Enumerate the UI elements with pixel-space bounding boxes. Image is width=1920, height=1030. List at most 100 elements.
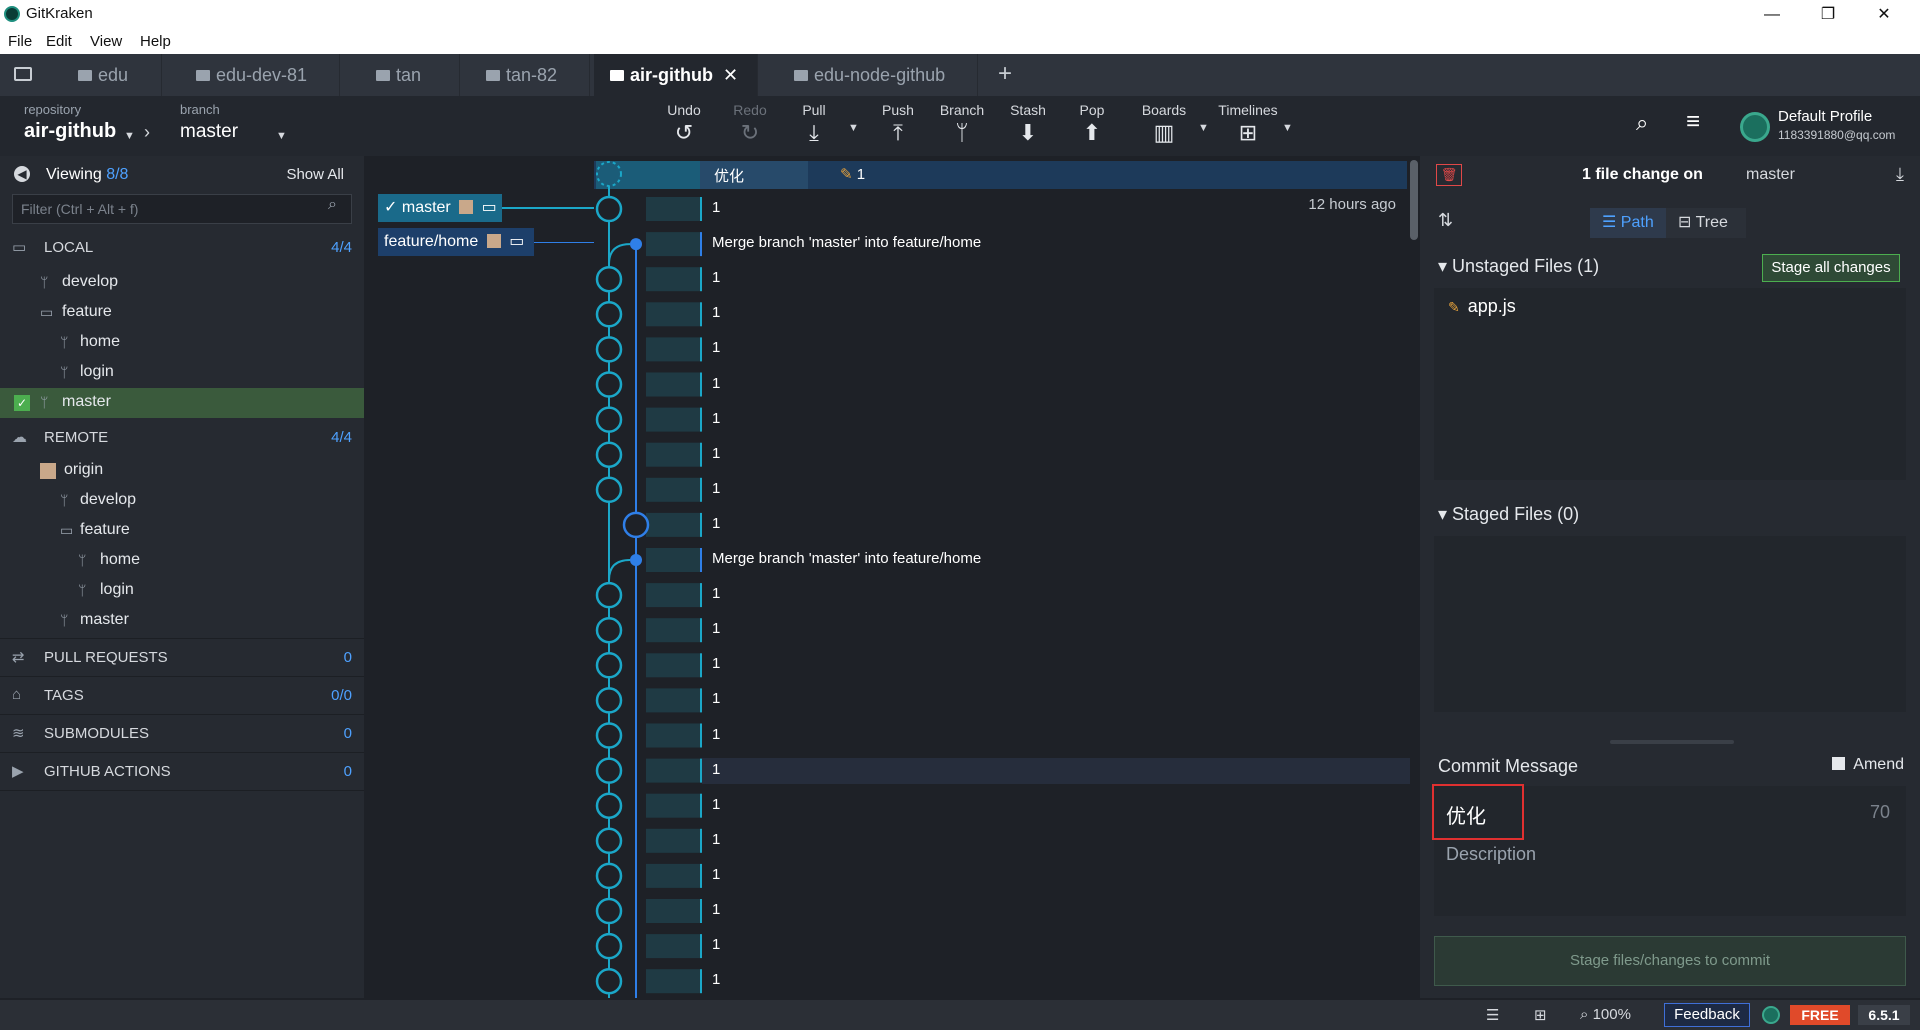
commit-row[interactable]: 1	[712, 445, 720, 462]
undo-button[interactable]: Undo ↺	[654, 102, 714, 146]
commit-row-merge[interactable]: Merge branch 'master' into feature/home	[712, 550, 981, 567]
commit-row[interactable]: 1	[712, 480, 720, 497]
menu-file[interactable]: File	[8, 33, 32, 50]
plan-badge[interactable]: FREE	[1790, 1005, 1850, 1025]
remote-branch-master[interactable]: ᛘ master	[0, 606, 364, 636]
boards-button[interactable]: Boards ▥	[1134, 102, 1194, 146]
commit-row[interactable]: 1	[712, 971, 720, 988]
path-view-button[interactable]: ☰ Path	[1590, 208, 1666, 238]
commit-row[interactable]: 1	[712, 304, 720, 321]
submodules-section-header[interactable]: ≋ SUBMODULES 0	[0, 716, 364, 752]
commit-row[interactable]: 1	[712, 761, 720, 778]
unstaged-files-header[interactable]: ▾ Unstaged Files (1)	[1438, 256, 1599, 277]
profile-name[interactable]: Default Profile	[1778, 108, 1872, 125]
menu-view[interactable]: View	[90, 33, 122, 50]
tab-edu-dev-81[interactable]: edu-dev-81	[180, 54, 340, 96]
remote-origin[interactable]: origin	[0, 456, 364, 486]
zoom-indicator[interactable]: ⌕ 100%	[1580, 1006, 1631, 1023]
graph-scrollbar[interactable]	[1410, 160, 1418, 240]
folder-icon[interactable]	[14, 67, 32, 81]
file-row-app-js[interactable]: ✎ app.js	[1448, 296, 1516, 317]
hamburger-menu-icon[interactable]: ≡	[1686, 108, 1700, 136]
branch-selector[interactable]: master	[180, 121, 238, 143]
tab-label: edu	[98, 65, 129, 85]
commit-row[interactable]: 1	[712, 515, 720, 532]
maximize-button[interactable]: ❐	[1808, 2, 1848, 28]
gift-icon[interactable]: ⊞	[1534, 1006, 1547, 1024]
commit-row[interactable]: 1	[712, 269, 720, 286]
remote-branch-develop[interactable]: ᛘ develop	[0, 486, 364, 516]
timelines-button[interactable]: Timelines ⊞	[1216, 102, 1280, 146]
feedback-button[interactable]: Feedback	[1664, 1003, 1750, 1027]
local-branch-home[interactable]: ᛘ home	[0, 328, 364, 358]
commit-row[interactable]: 1	[712, 199, 720, 216]
tab-tan[interactable]: tan	[360, 54, 460, 96]
commit-row[interactable]: 1	[712, 655, 720, 672]
tab-tan-82[interactable]: tan-82	[470, 54, 590, 96]
menu-edit[interactable]: Edit	[46, 33, 72, 50]
list-icon[interactable]: ☰	[1486, 1006, 1499, 1024]
menu-help[interactable]: Help	[140, 33, 171, 50]
boards-options-chevron-icon[interactable]: ▼	[1198, 122, 1209, 134]
repository-selector[interactable]: air-github	[24, 120, 116, 143]
branch-button[interactable]: Branch ᛘ	[932, 102, 992, 146]
tab-edu-node-github[interactable]: edu-node-github	[778, 54, 978, 96]
commit-button[interactable]: Stage files/changes to commit	[1434, 936, 1906, 986]
local-section-header[interactable]: ▭ LOCAL 4/4	[0, 230, 364, 266]
profile-avatar[interactable]	[1740, 112, 1770, 142]
remote-branch-home[interactable]: ᛘ home	[0, 546, 364, 576]
commit-row[interactable]: 1	[712, 620, 720, 637]
tags-section-header[interactable]: ⌂ TAGS 0/0	[0, 678, 364, 714]
close-tab-icon[interactable]: ✕	[723, 65, 738, 85]
back-arrow-icon[interactable]: ◀	[14, 166, 30, 182]
chevron-down-icon[interactable]: ▼	[124, 130, 135, 142]
pull-requests-section-header[interactable]: ⇄ PULL REQUESTS 0	[0, 640, 364, 676]
download-icon[interactable]: ⤓	[1896, 164, 1904, 185]
commit-row[interactable]: 1	[712, 339, 720, 356]
amend-checkbox[interactable]: Amend	[1832, 756, 1904, 774]
commit-summary-input[interactable]: 优化	[1446, 800, 1486, 829]
local-folder-feature[interactable]: ▭ feature	[0, 298, 364, 328]
commit-row[interactable]: 1	[712, 831, 720, 848]
tab-edu[interactable]: edu	[62, 54, 162, 96]
pull-button[interactable]: Pull ⤓	[784, 102, 844, 146]
remote-folder-feature[interactable]: ▭ feature	[0, 516, 364, 546]
staged-files-header[interactable]: ▾ Staged Files (0)	[1438, 504, 1579, 525]
tree-view-button[interactable]: ⊟ Tree	[1666, 208, 1746, 238]
commit-row[interactable]: 1	[712, 796, 720, 813]
redo-button[interactable]: Redo ↻	[720, 102, 780, 146]
resize-handle[interactable]	[1610, 740, 1734, 744]
trash-icon[interactable]: 🗑	[1436, 164, 1462, 186]
timelines-options-chevron-icon[interactable]: ▼	[1282, 122, 1293, 134]
remote-section-header[interactable]: ☁ REMOTE 4/4	[0, 420, 364, 456]
remote-branch-login[interactable]: ᛘ login	[0, 576, 364, 606]
commit-row[interactable]: 1	[712, 690, 720, 707]
commit-row[interactable]: 1	[712, 410, 720, 427]
commit-row[interactable]: 1	[712, 901, 720, 918]
pull-options-chevron-icon[interactable]: ▼	[848, 122, 859, 134]
stage-all-button[interactable]: Stage all changes	[1762, 254, 1900, 282]
sort-icon[interactable]: ⇅	[1438, 210, 1453, 231]
minimize-button[interactable]: —	[1752, 2, 1792, 28]
commit-row[interactable]: 1	[712, 866, 720, 883]
commit-row[interactable]: 1	[712, 936, 720, 953]
chevron-down-icon[interactable]: ▼	[276, 130, 287, 142]
commit-row[interactable]: 1	[712, 585, 720, 602]
commit-row[interactable]: 1	[712, 375, 720, 392]
local-branch-develop[interactable]: ᛘ develop	[0, 268, 364, 298]
local-branch-login[interactable]: ᛘ login	[0, 358, 364, 388]
commit-row[interactable]: 1	[712, 726, 720, 743]
show-all-button[interactable]: Show All	[286, 166, 344, 183]
close-button[interactable]: ✕	[1864, 2, 1904, 28]
stash-button[interactable]: Stash ⬇	[998, 102, 1058, 146]
filter-input[interactable]: Filter (Ctrl + Alt + f)	[12, 194, 352, 224]
tab-air-github[interactable]: air-github ✕	[594, 54, 758, 96]
local-branch-master[interactable]: ✓ ᛘ master	[0, 388, 364, 418]
push-button[interactable]: Push ⤒	[868, 102, 928, 146]
add-tab-button[interactable]: +	[998, 60, 1012, 88]
pop-button[interactable]: Pop ⬆	[1062, 102, 1122, 146]
search-icon[interactable]: ⌕	[1636, 110, 1648, 136]
commit-row-merge[interactable]: Merge branch 'master' into feature/home	[712, 234, 981, 251]
github-actions-section-header[interactable]: ▶ GITHUB ACTIONS 0	[0, 754, 364, 790]
commit-description-input[interactable]: Description	[1446, 844, 1536, 865]
